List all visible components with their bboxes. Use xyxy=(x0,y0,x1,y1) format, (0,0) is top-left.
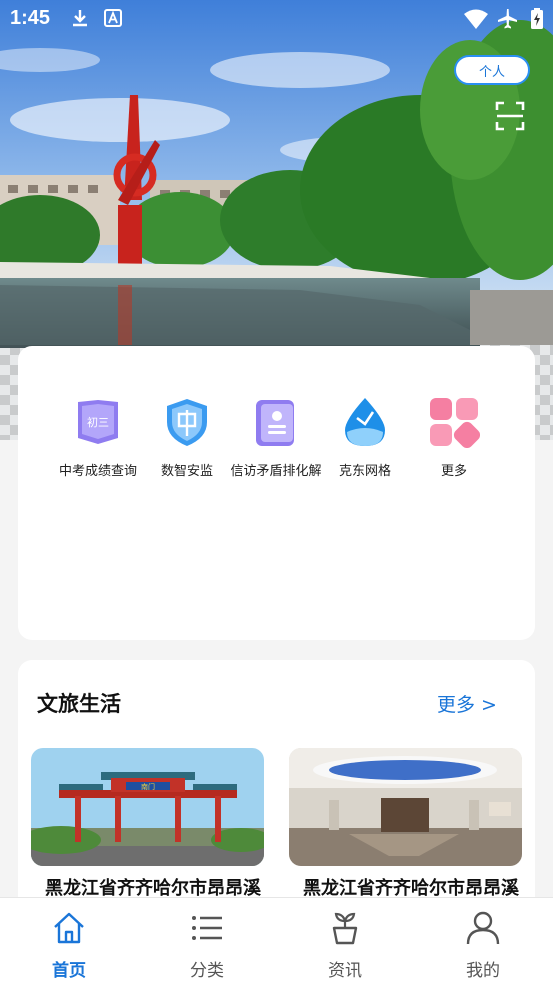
nav-category[interactable]: 分类 xyxy=(167,910,247,981)
document-icon xyxy=(256,400,294,446)
service-kedong-grid[interactable]: 克东网格 xyxy=(317,396,413,479)
person-icon xyxy=(466,911,500,945)
status-bar: 1:45 xyxy=(0,0,553,38)
download-icon xyxy=(73,10,87,27)
service-petition[interactable]: 信访矛盾排化解 xyxy=(228,396,324,479)
culture-thumbnail-exhibition-hall[interactable] xyxy=(289,748,522,866)
service-label: 数智安监 xyxy=(160,464,213,479)
service-label: 信访矛盾排化解 xyxy=(230,464,322,479)
service-exam-score[interactable]: 初三 中考成绩查询 xyxy=(50,396,146,479)
book-badge-icon: 初三 xyxy=(78,400,118,444)
plant-pot-icon xyxy=(332,912,358,945)
service-label: 更多 xyxy=(440,464,467,479)
memorial-gate-photo: 南门 xyxy=(31,748,264,866)
services-card: 初三 中考成绩查询 数智安监 信访矛盾排化解 克东网格 更多 xyxy=(18,346,535,640)
svg-text:南门: 南门 xyxy=(141,782,155,791)
scan-icon[interactable] xyxy=(494,100,526,132)
nav-label: 我的 xyxy=(466,961,500,981)
home-icon xyxy=(54,912,84,944)
list-icon xyxy=(192,916,222,940)
shield-icon xyxy=(167,399,207,446)
nav-mine[interactable]: 我的 xyxy=(443,910,523,981)
nav-label: 首页 xyxy=(52,961,86,981)
nav-home[interactable]: 首页 xyxy=(29,910,109,981)
grid-icon xyxy=(430,398,481,449)
battery-icon xyxy=(531,8,543,29)
svg-text:初三: 初三 xyxy=(87,415,109,429)
bottom-navigation: 首页 分类 资讯 我的 xyxy=(0,897,553,983)
nav-label: 分类 xyxy=(190,961,224,981)
service-safety-supervision[interactable]: 数智安监 xyxy=(139,396,235,479)
section-title: 文旅生活 xyxy=(37,692,121,716)
service-label: 中考成绩查询 xyxy=(58,464,137,479)
nav-news[interactable]: 资讯 xyxy=(305,910,385,981)
app-store-icon xyxy=(104,9,122,27)
service-more[interactable]: 更多 xyxy=(406,396,502,479)
wifi-icon xyxy=(464,9,488,29)
more-link[interactable]: 更多 > xyxy=(437,690,497,717)
personal-button[interactable]: 个人 xyxy=(454,55,530,85)
water-drop-icon xyxy=(345,398,385,446)
status-time: 1:45 xyxy=(10,7,51,29)
exhibition-hall-photo xyxy=(289,748,522,866)
culture-life-card: 文旅生活 更多 > 南门 黑龙江省齐齐哈尔市昂昂溪 黑龙江省齐齐哈尔市昂昂溪 xyxy=(18,660,535,920)
nav-label: 资讯 xyxy=(328,961,362,981)
service-label: 克东网格 xyxy=(338,464,391,479)
airplane-icon xyxy=(498,9,517,29)
culture-thumbnail-gate[interactable]: 南门 xyxy=(31,748,264,866)
